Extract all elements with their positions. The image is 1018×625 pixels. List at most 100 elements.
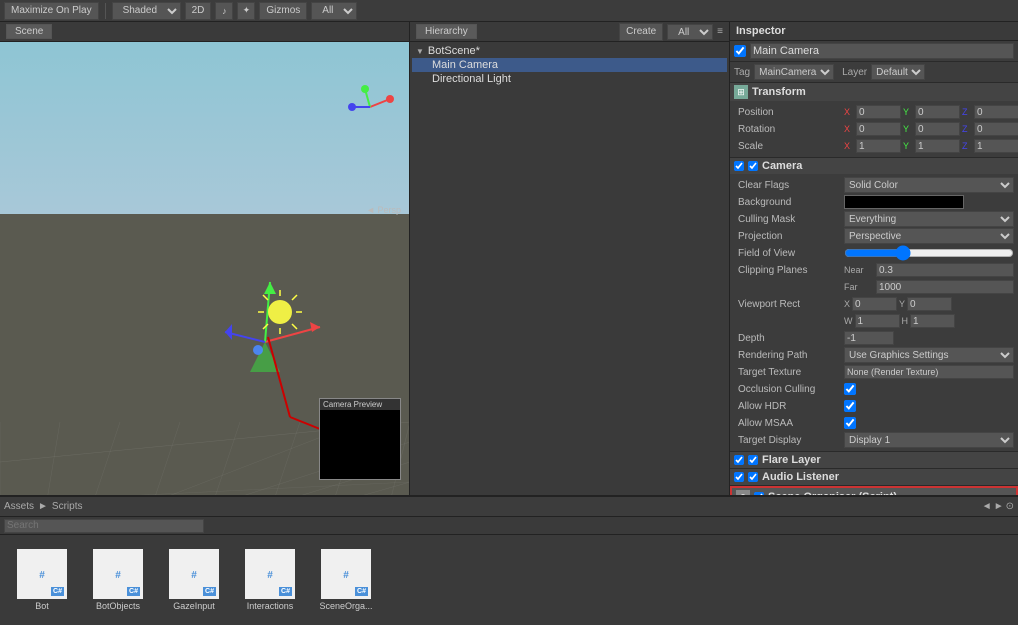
camera-enabled-checkbox[interactable] (748, 161, 758, 171)
projection-dropdown[interactable]: Perspective (844, 228, 1014, 244)
maximize-on-play-btn[interactable]: Maximize On Play (4, 2, 99, 20)
occlusion-checkbox[interactable] (844, 383, 856, 395)
fx-icon[interactable]: ✦ (237, 2, 255, 20)
camera-checkbox[interactable] (734, 161, 744, 171)
camera-header[interactable]: Camera (730, 158, 1018, 174)
rx-label: X (844, 124, 854, 134)
position-row: Position X Y Z (734, 104, 1014, 120)
vp-h[interactable] (910, 314, 955, 328)
near-field[interactable] (876, 263, 1014, 277)
target-texture-value[interactable]: None (Render Texture) (844, 365, 1014, 379)
clipping-far-row: Far (734, 279, 1014, 295)
hierarchy-create-btn[interactable]: Create (619, 23, 663, 41)
far-field[interactable] (876, 280, 1014, 294)
position-x[interactable] (856, 105, 901, 119)
background-row: Background (734, 194, 1014, 210)
all-dropdown[interactable]: All (311, 2, 357, 20)
tag-dropdown[interactable]: MainCamera (754, 64, 834, 80)
rotation-z[interactable] (974, 122, 1018, 136)
hierarchy-scene-root[interactable]: ▼ BotScene* (412, 44, 727, 58)
forward-icon[interactable]: ► (994, 501, 1004, 512)
vp-w[interactable] (855, 314, 900, 328)
scale-z[interactable] (974, 139, 1018, 153)
scene-panel: Scene (0, 22, 410, 495)
rendering-path-label: Rendering Path (734, 350, 844, 361)
bot-cs-text: # (39, 567, 45, 581)
rotation-label: Rotation (734, 124, 844, 135)
hdr-label: Allow HDR (734, 401, 844, 412)
layer-dropdown[interactable]: Default (871, 64, 925, 80)
scene-canvas[interactable]: ◄ Persp Camera Preview (0, 42, 409, 495)
flare-layer-checkbox-2[interactable] (748, 455, 758, 465)
clear-flags-dropdown[interactable]: Solid Color (844, 177, 1014, 193)
audio-checkbox-1[interactable] (734, 472, 744, 482)
hierarchy-directional-light[interactable]: Directional Light (412, 72, 727, 86)
rotation-y[interactable] (915, 122, 960, 136)
fov-control (844, 248, 1014, 258)
search-bottom-icon[interactable]: ⊙ (1006, 501, 1014, 512)
vp-y[interactable] (907, 297, 952, 311)
audio-icon[interactable]: ♪ (215, 2, 233, 20)
flare-layer-checkbox-1[interactable] (734, 455, 744, 465)
position-z[interactable] (974, 105, 1018, 119)
scene-panel-header: Scene (0, 22, 409, 42)
audio-checkbox-2[interactable] (748, 472, 758, 482)
gizmos-btn[interactable]: Gizmos (259, 2, 307, 20)
depth-field[interactable] (844, 331, 894, 345)
asset-botobjects[interactable]: # C# BotObjects (88, 549, 148, 611)
back-icon[interactable]: ◄ (982, 501, 992, 512)
clipping-far-value: Far (844, 280, 1014, 294)
hierarchy-main-camera[interactable]: Main Camera (412, 58, 727, 72)
hierarchy-tab[interactable]: Hierarchy (416, 24, 477, 39)
culling-mask-dropdown[interactable]: Everything (844, 211, 1014, 227)
transform-header[interactable]: ⊞ Transform (730, 83, 1018, 101)
hierarchy-panel: Hierarchy Create All ≡ ▼ BotScene* Main … (410, 22, 730, 495)
object-active-checkbox[interactable] (734, 45, 746, 57)
hdr-checkbox[interactable] (844, 400, 856, 412)
asset-bot[interactable]: # C# Bot (12, 549, 72, 611)
transform-title: Transform (752, 86, 806, 98)
search-bar (0, 517, 1018, 535)
asset-search-input[interactable] (4, 519, 204, 533)
2d-btn[interactable]: 2D (185, 2, 212, 20)
asset-gazeinput[interactable]: # C# GazeInput (164, 549, 224, 611)
asset-interactions[interactable]: # C# Interactions (240, 549, 300, 611)
depth-label: Depth (734, 333, 844, 344)
occlusion-row: Occlusion Culling (734, 381, 1014, 397)
bot-cs-badge: C# (51, 587, 64, 596)
hierarchy-menu-btn[interactable]: ≡ (717, 26, 723, 37)
bot-label: Bot (35, 601, 49, 611)
breadcrumb-assets: Assets (4, 501, 34, 512)
vp-x[interactable] (852, 297, 897, 311)
rotation-x[interactable] (856, 122, 901, 136)
bot-icon: # C# (17, 549, 67, 599)
flare-layer-header[interactable]: Flare Layer (730, 452, 1018, 468)
fov-slider[interactable] (844, 248, 1014, 258)
rendering-path-dropdown[interactable]: Use Graphics Settings (844, 347, 1014, 363)
position-y[interactable] (915, 105, 960, 119)
inspector-header: Inspector (730, 22, 1018, 41)
target-display-label: Target Display (734, 435, 844, 446)
tag-layer-row: Tag MainCamera Layer Default (730, 62, 1018, 83)
asset-sceneorga[interactable]: # C# SceneOrga... (316, 549, 376, 611)
sceneorga-label: SceneOrga... (319, 601, 372, 611)
shaded-dropdown[interactable]: Shaded (112, 2, 181, 20)
object-name-input[interactable] (750, 43, 1014, 59)
scale-x[interactable] (856, 139, 901, 153)
msaa-checkbox[interactable] (844, 417, 856, 429)
audio-listener-header[interactable]: Audio Listener (730, 469, 1018, 485)
target-display-dropdown[interactable]: Display 1 (844, 432, 1014, 448)
sx-label: X (844, 141, 854, 151)
x-axis-label: X (844, 107, 854, 117)
gazeinput-cs-text: # (191, 567, 197, 581)
ry-label: Y (903, 124, 913, 134)
background-color[interactable] (844, 195, 964, 209)
hierarchy-all-dropdown[interactable]: All (667, 24, 713, 40)
inspector-scroll[interactable]: Tag MainCamera Layer Default ⊞ Transform (730, 41, 1018, 495)
scene-organiser-header[interactable]: ⊙ Scene Organiser (Script) (732, 488, 1016, 495)
breadcrumb-scripts: Scripts (52, 501, 83, 512)
scale-y[interactable] (915, 139, 960, 153)
object-name-row (730, 41, 1018, 62)
scene-tab[interactable]: Scene (6, 24, 52, 39)
culling-mask-row: Culling Mask Everything (734, 211, 1014, 227)
